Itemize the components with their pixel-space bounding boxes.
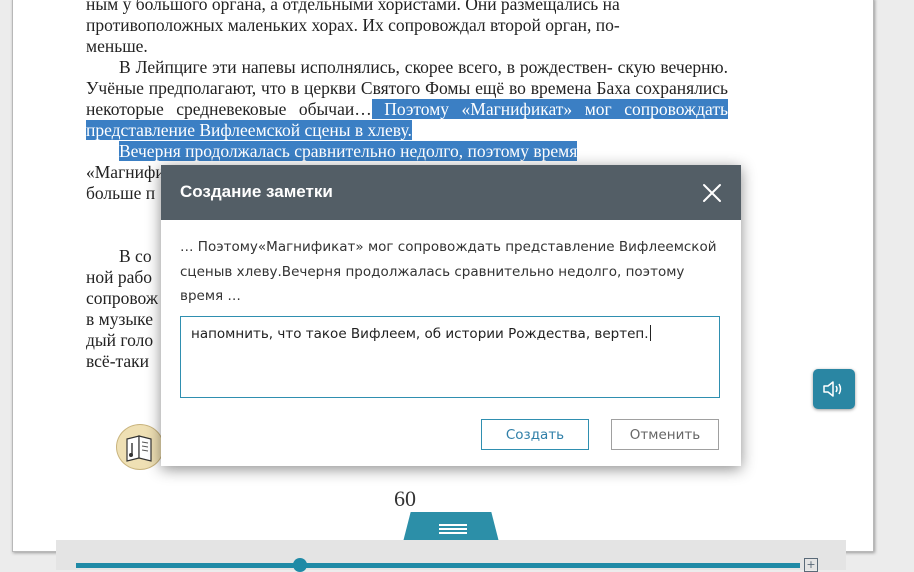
text-caret bbox=[649, 325, 651, 341]
note-value: напомнить, что такое Вифлеем, об истории… bbox=[191, 326, 649, 342]
note-textarea[interactable]: напомнить, что такое Вифлеем, об истории… bbox=[180, 316, 720, 398]
cancel-button[interactable]: Отменить bbox=[611, 419, 719, 450]
close-icon bbox=[703, 184, 721, 202]
create-note-dialog: Создание заметки … Поэтому«Магнификат» м… bbox=[161, 165, 741, 466]
dialog-title: Создание заметки bbox=[180, 182, 333, 201]
selected-quote: … Поэтому«Магнификат» мог сопровождать п… bbox=[180, 239, 717, 304]
dialog-header: Создание заметки bbox=[161, 165, 741, 220]
create-button[interactable]: Создать bbox=[481, 419, 589, 450]
close-button[interactable] bbox=[701, 182, 723, 204]
